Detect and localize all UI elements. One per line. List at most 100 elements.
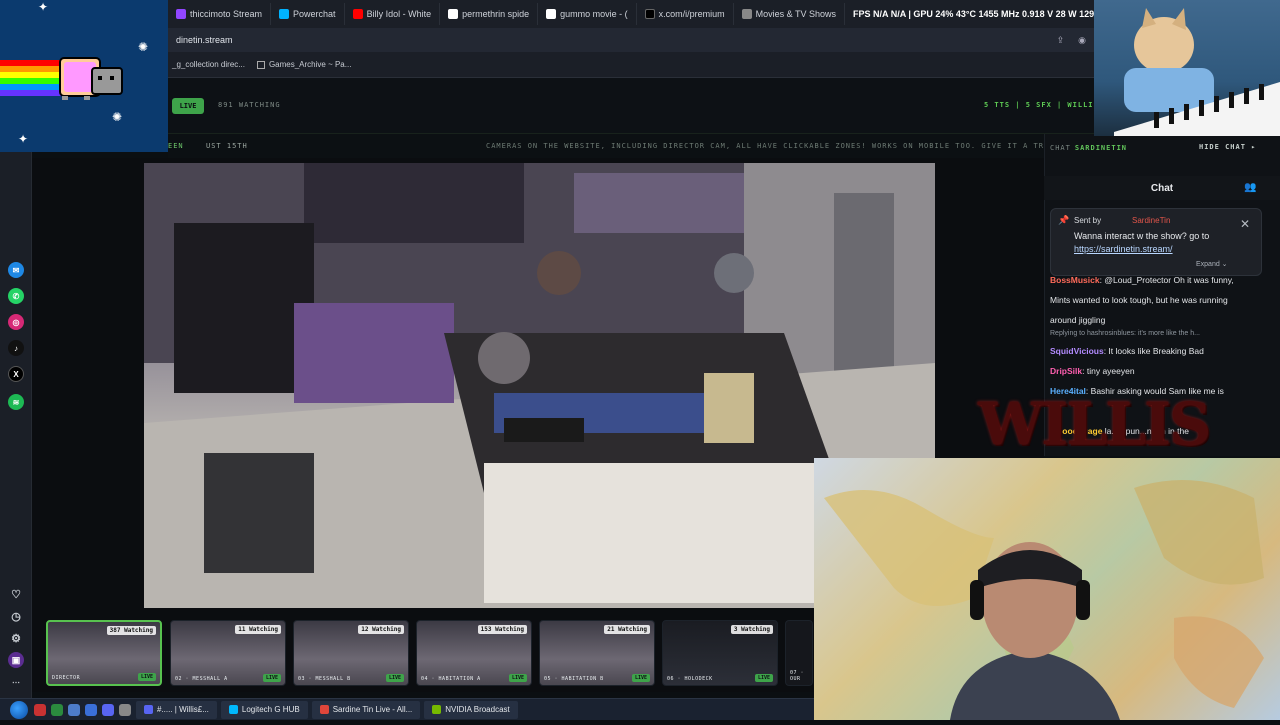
tab-label: gummo movie - ( [560, 9, 628, 19]
tab-label: permethrin spide [462, 9, 530, 19]
chat-username[interactable]: SquidVicious [1050, 346, 1104, 356]
chat-channel-name: SARDINETIN [1074, 144, 1128, 152]
taskbar: #..... | Willis£... Logitech G HUB Sardi… [0, 698, 814, 720]
extension-icon[interactable]: ▣ [8, 652, 24, 668]
thumbnail-label: 03 · MESSHALL B [298, 676, 351, 682]
tab-label: Movies & TV Shows [755, 9, 837, 19]
thumbnail-watching: 153 Watching [477, 625, 527, 634]
pinned-sender: SardineTin [1132, 216, 1171, 225]
address-bar[interactable]: dinetin.stream ⇪ ◉ [168, 28, 1094, 52]
thumbnail-label: 04 · HABITATION A [421, 676, 481, 682]
instagram-icon[interactable]: ◎ [8, 314, 24, 330]
camera-thumbnail[interactable]: 12 Watching 03 · MESSHALL B LIVE [293, 620, 409, 686]
browser-tab[interactable]: Movies & TV Shows [734, 3, 846, 25]
bookmark-item[interactable]: _g_collection direc... [172, 60, 245, 69]
app-icon[interactable] [85, 703, 97, 716]
app-icon[interactable] [102, 703, 114, 716]
ticker-date: UST 15TH [206, 142, 248, 150]
ticker-left: EEN [168, 142, 184, 150]
chat-message: DripSilk: tiny ayeeyen [1050, 366, 1135, 376]
hide-chat-button[interactable]: HIDE CHAT ▸ [1199, 143, 1256, 151]
browser-icon [319, 705, 329, 714]
taskbar-item[interactable]: NVIDIA Broadcast [424, 700, 518, 719]
star-icon: ✺ [138, 40, 149, 54]
browser-tab[interactable]: x.com/i/premium [637, 3, 734, 25]
thumbnail-label: 07 · OUR [790, 670, 805, 682]
chat-username[interactable]: BossMusick [1050, 275, 1100, 285]
chat-title: Chat [1150, 182, 1174, 194]
chat-text: Mints wanted to look tough, but he was r… [1050, 295, 1228, 305]
thumbnail-live-badge: LIVE [754, 674, 773, 682]
whatsapp-icon[interactable]: ✆ [8, 288, 24, 304]
camera-thumbnail[interactable]: 153 Watching 04 · HABITATION A LIVE [416, 620, 532, 686]
tab-label: Billy Idol - White [366, 9, 432, 19]
tiktok-icon[interactable]: ♪ [8, 340, 24, 356]
browser-tab[interactable]: permethrin spide [440, 3, 539, 25]
browser-tab[interactable]: Billy Idol - White [345, 3, 441, 25]
history-icon[interactable]: ◷ [8, 608, 24, 624]
settings-icon[interactable]: ⚙ [8, 630, 24, 646]
app-icon[interactable] [119, 703, 131, 716]
pinned-link[interactable]: https://sardinetin.stream/ [1074, 244, 1173, 254]
users-icon[interactable]: 👥 [1244, 182, 1256, 193]
bookmark-item[interactable]: Games_Archive ~ Pa... [256, 60, 351, 69]
app-icon[interactable] [51, 703, 63, 716]
tab-favicon-icon [176, 9, 186, 19]
keyboard-cat-overlay [1094, 0, 1280, 136]
browser-tab[interactable]: thiccimoto Stream [168, 3, 272, 25]
close-icon[interactable]: ✕ [1240, 217, 1250, 231]
taskbar-label: Logitech G HUB [241, 705, 300, 714]
chat-top-label: CHAT [1050, 144, 1071, 152]
live-badge: LIVE [172, 98, 204, 114]
tab-favicon-icon [741, 9, 752, 19]
thumbnail-watching: 12 Watching [358, 625, 404, 634]
more-icon[interactable]: ⋯ [8, 674, 24, 690]
pinned-text: Wanna interact w the show? go to [1074, 231, 1210, 241]
chat-text: It looks like Breaking Bad [1108, 346, 1204, 356]
streamer-webcam [930, 510, 1130, 720]
thumbnail-watching: 11 Watching [235, 625, 281, 634]
camera-thumbnail[interactable]: 3 Watching 06 · HOLODECK LIVE [662, 620, 778, 686]
chat-username[interactable]: DripSilk [1050, 366, 1082, 376]
willis-logo: WILLIS [978, 390, 1211, 458]
taskbar-item[interactable]: Sardine Tin Live - All... [311, 700, 421, 719]
chat-text: @Loud_Protector Oh it was funny, [1104, 275, 1234, 285]
browser-sidebar: ✉ ✆ ◎ ♪ X ≋ ♡ ◷ ⚙ ▣ ⋯ [0, 152, 32, 698]
nyan-cat-graphic [0, 57, 123, 100]
camera-thumbnail[interactable]: 21 Watching 05 · HABITATION B LIVE [539, 620, 655, 686]
taskbar-item[interactable]: Logitech G HUB [220, 700, 308, 719]
camera-thumbnail[interactable]: 387 Watching DIRECTOR LIVE [46, 620, 162, 686]
ticker-bar: EEN UST 15TH CAMERAS ON THE WEBSITE, INC… [168, 134, 1094, 158]
camera-thumbnail[interactable]: 11 Watching 02 · MESSHALL A LIVE [170, 620, 286, 686]
site-header [168, 78, 1094, 134]
heart-icon[interactable]: ♡ [8, 586, 24, 602]
camera-thumbnail[interactable]: 07 · OUR [785, 620, 813, 686]
browser-tab[interactable]: Powerchat [271, 3, 345, 25]
gpu-stats-text: FPS N/A N/A | GPU 24% 43°C 1455 MHz 0.91… [853, 9, 1122, 19]
browser-tab[interactable]: gummo movie - ( [538, 3, 637, 25]
tab-favicon-icon [448, 9, 459, 19]
star-icon: ✦ [18, 132, 29, 146]
app-icon[interactable] [34, 703, 46, 716]
pin-icon: 📌 [1058, 215, 1070, 225]
live-label: LIVE [179, 102, 197, 110]
watching-count: 891 WATCHING [218, 101, 281, 109]
tab-favicon-icon [546, 9, 557, 19]
nvidia-icon [432, 705, 442, 714]
gpu-stats-overlay: FPS N/A N/A | GPU 24% 43°C 1455 MHz 0.91… [845, 3, 1131, 25]
x-icon[interactable]: X [8, 366, 24, 382]
keyboard-cat-graphic [1114, 8, 1280, 136]
chat-message: SquidVicious: It looks like Breaking Bad [1050, 346, 1204, 356]
taskbar-label: NVIDIA Broadcast [445, 705, 510, 714]
screenshot-icon[interactable]: ◉ [1078, 35, 1086, 46]
taskbar-label: Sardine Tin Live - All... [332, 705, 413, 714]
start-button[interactable] [10, 700, 28, 719]
share-icon[interactable]: ⇪ [1057, 35, 1065, 46]
taskbar-item[interactable]: #..... | Willis£... [136, 700, 217, 719]
thumbnail-live-badge: LIVE [137, 673, 156, 681]
pinned-sent-by: Sent by [1074, 216, 1102, 225]
app-icon[interactable] [68, 703, 80, 716]
pinned-expand-button[interactable]: Expand ⌄ [1196, 260, 1228, 268]
spotify-icon[interactable]: ≋ [8, 394, 24, 410]
messenger-icon[interactable]: ✉ [8, 262, 24, 278]
